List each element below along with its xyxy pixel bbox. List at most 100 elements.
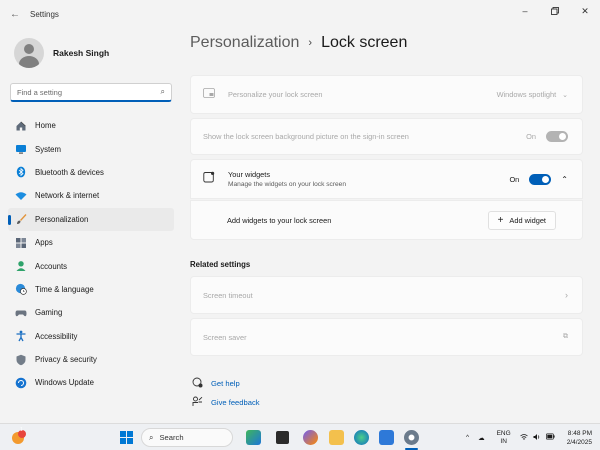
sidebar-item-network[interactable]: Network & internet xyxy=(8,184,174,207)
settings-gear-icon[interactable] xyxy=(404,430,419,445)
widgets-state: On xyxy=(509,174,520,184)
minimize-icon[interactable]: – xyxy=(510,0,540,22)
sidebar-item-time-language[interactable]: Time & language xyxy=(8,278,174,301)
signin-background-toggle-group: On xyxy=(526,131,568,142)
tray-overflow-chevron[interactable]: ^ xyxy=(466,434,469,441)
sidebar-item-label: Accessibility xyxy=(35,331,78,341)
give-feedback-label[interactable]: Give feedback xyxy=(211,398,260,407)
clock-date: 2/4/2025 xyxy=(566,438,592,446)
sidebar-item-apps[interactable]: Apps xyxy=(8,231,174,254)
start-button[interactable] xyxy=(120,431,133,444)
settings-search-box[interactable]: ⌕ xyxy=(10,83,172,102)
store-icon[interactable] xyxy=(379,430,394,445)
sidebar-item-label: Home xyxy=(35,121,56,131)
add-widget-button[interactable]: + Add widget xyxy=(487,210,556,230)
related-item-screen-saver[interactable]: Screen saver ⧉ xyxy=(190,318,583,356)
feedback-icon xyxy=(192,396,204,409)
screen-saver-external: ⧉ xyxy=(563,333,568,341)
battery-icon[interactable] xyxy=(545,433,555,442)
window-controls: – ✕ xyxy=(510,0,600,22)
lock-screen-mode-dropdown[interactable]: Windows spotlight ⌄ xyxy=(497,90,568,99)
sidebar-item-privacy[interactable]: Privacy & security xyxy=(8,348,174,371)
your-widgets-subtitle: Manage the widgets on your lock screen xyxy=(228,181,347,188)
chevron-down-icon: ⌄ xyxy=(562,91,568,99)
personalize-lock-screen-label: Personalize your lock screen xyxy=(228,90,323,99)
sidebar-item-label: Time & language xyxy=(35,284,94,294)
person-icon xyxy=(15,260,27,272)
add-widgets-label: Add widgets to your lock screen xyxy=(227,215,332,225)
home-icon xyxy=(15,120,27,132)
sidebar-item-system[interactable]: System xyxy=(8,137,174,160)
globe-clock-icon xyxy=(15,283,27,296)
language-indicator[interactable]: ENG IN xyxy=(497,430,511,446)
breadcrumb: Personalization › Lock screen xyxy=(190,34,407,52)
back-arrow-icon[interactable]: ← xyxy=(6,9,24,20)
update-icon xyxy=(15,377,27,389)
open-external-icon: ⧉ xyxy=(563,333,568,340)
picture-icon xyxy=(203,86,215,104)
get-help-link[interactable]: Get help xyxy=(192,377,240,390)
related-item-screen-timeout[interactable]: Screen timeout › xyxy=(190,276,583,314)
clock[interactable]: 8:48 PM 2/4/2025 xyxy=(567,429,592,447)
chevron-right-icon: › xyxy=(565,290,568,300)
edge-browser-icon[interactable] xyxy=(354,430,369,445)
language-region: IN xyxy=(500,437,507,445)
add-widget-button-wrap: + Add widget xyxy=(487,210,556,230)
landscape-app-icon[interactable] xyxy=(246,430,261,445)
widgets-toggle[interactable] xyxy=(529,173,552,185)
widgets-toggle-group: On ⌃ xyxy=(509,173,568,185)
get-help-label[interactable]: Get help xyxy=(211,379,240,388)
cloud-icon[interactable]: ☁ xyxy=(478,434,485,442)
sidebar-item-bluetooth[interactable]: Bluetooth & devices xyxy=(8,161,174,184)
sidebar-item-accounts[interactable]: Accounts xyxy=(8,254,174,277)
accessibility-icon xyxy=(15,330,27,342)
weather-badge: 1 xyxy=(20,427,23,433)
signin-background-toggle[interactable] xyxy=(546,131,568,142)
taskbar-search[interactable]: ⌕ Search xyxy=(141,428,233,447)
wifi-icon xyxy=(15,190,27,202)
sidebar-item-accessibility[interactable]: Accessibility xyxy=(8,325,174,348)
user-name: Rakesh Singh xyxy=(53,48,110,58)
add-widgets-card: Add widgets to your lock screen + Add wi… xyxy=(190,200,583,240)
system-tray: ^ ☁ ENG IN 8:48 PM 2/4/2025 xyxy=(457,426,592,449)
network-icon[interactable] xyxy=(519,433,528,443)
sidebar-item-gaming[interactable]: Gaming xyxy=(8,301,174,324)
page-title: Lock screen xyxy=(321,34,408,51)
taskbar-search-label: Search xyxy=(159,433,184,442)
breadcrumb-separator: › xyxy=(308,37,313,49)
controller-icon xyxy=(15,307,27,319)
signin-background-label: Show the lock screen background picture … xyxy=(203,132,409,141)
apps-icon xyxy=(15,237,27,249)
sidebar-item-label: Personalization xyxy=(35,214,89,224)
terminal-app-icon[interactable] xyxy=(276,431,289,444)
taskbar: 1 ⌕ Search ^ ☁ ENG IN 8:48 PM 2/4/2025 xyxy=(0,423,600,450)
breadcrumb-parent[interactable]: Personalization xyxy=(190,34,299,52)
help-chat-icon xyxy=(192,377,204,390)
user-profile[interactable]: Rakesh Singh xyxy=(14,38,109,68)
sidebar-item-label: Accounts xyxy=(35,261,68,271)
weather-widget-icon[interactable]: 1 xyxy=(10,427,28,446)
file-explorer-icon[interactable] xyxy=(329,430,344,445)
screen-timeout-arrow: › xyxy=(565,290,568,300)
widgets-icon xyxy=(203,170,215,188)
search-icon: ⌕ xyxy=(149,432,154,442)
sidebar-item-personalization[interactable]: Personalization xyxy=(8,207,174,231)
screen-timeout-label: Screen timeout xyxy=(203,290,253,300)
give-feedback-link[interactable]: Give feedback xyxy=(192,396,260,409)
maximize-icon[interactable] xyxy=(540,0,570,22)
volume-icon[interactable] xyxy=(533,433,541,443)
copilot-icon[interactable] xyxy=(303,430,318,445)
sidebar-item-windows-update[interactable]: Windows Update xyxy=(8,371,174,394)
add-widget-button-label: Add widget xyxy=(509,215,546,225)
your-widgets-card[interactable]: Your widgets Manage the widgets on your … xyxy=(190,159,583,199)
sidebar-item-home[interactable]: Home xyxy=(8,114,174,137)
close-icon[interactable]: ✕ xyxy=(570,0,600,22)
monitor-icon xyxy=(15,143,27,155)
chevron-up-icon[interactable]: ⌃ xyxy=(561,175,568,184)
related-settings-heading: Related settings xyxy=(190,260,251,269)
screen-saver-label: Screen saver xyxy=(203,332,247,342)
bluetooth-icon xyxy=(15,166,27,178)
window-title: Settings xyxy=(30,9,59,19)
search-input[interactable] xyxy=(17,87,161,97)
search-icon[interactable]: ⌕ xyxy=(161,87,165,97)
